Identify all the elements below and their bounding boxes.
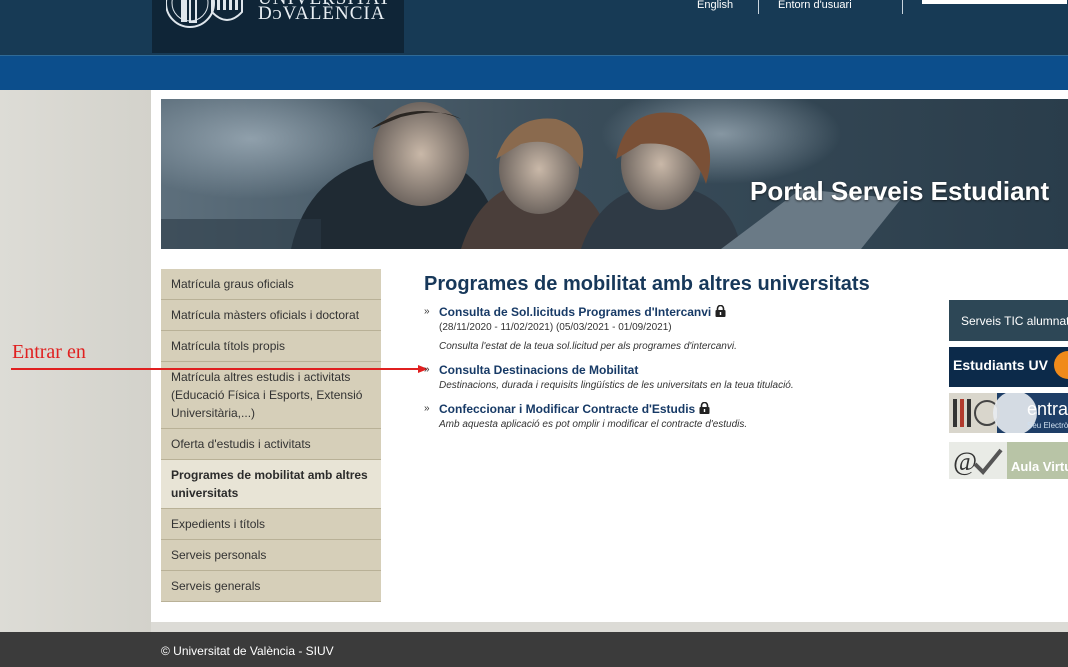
banner-title: Portal Serveis Estudiant — [750, 176, 1050, 206]
entorn-usuari-link[interactable]: Entorn d'usuari — [778, 0, 852, 11]
serveis-tic-button[interactable]: Serveis TIC alumnat — [949, 300, 1068, 341]
footer: © Universitat de València - SIUV — [0, 632, 1068, 667]
lock-icon — [715, 305, 726, 317]
top-link-divider — [758, 0, 759, 14]
link-text: Consulta de Sol.licituds Programes d'Int… — [439, 305, 712, 319]
seu-text: Seu Electrònica — [1027, 421, 1068, 430]
bullet-icon: » — [424, 403, 430, 414]
english-link[interactable]: English — [697, 0, 733, 11]
estudiants-uv-button[interactable]: Estudiants UV — [949, 347, 1068, 387]
bullet-icon: » — [424, 364, 430, 375]
entry-description: Consulta l'estat de la teua sol.licitud … — [439, 341, 737, 352]
consulta-solicituds-link[interactable]: Consulta de Sol.licituds Programes d'Int… — [439, 305, 726, 319]
aula-virtual-banner-icon: @ Aula Virtual — [949, 442, 1068, 479]
bullet-icon: » — [424, 306, 430, 317]
sidebar-item-serveis-generals[interactable]: Serveis generals — [161, 571, 381, 602]
consulta-destinacions-link[interactable]: Consulta Destinacions de Mobilitat — [439, 363, 638, 377]
top-link-divider — [902, 0, 903, 14]
aula-virtual-button[interactable]: @ Aula Virtual — [949, 442, 1068, 479]
contracte-estudis-link[interactable]: Confeccionar i Modificar Contracte d'Est… — [439, 402, 710, 416]
seu-electronica-banner-icon: entra Seu Electrònica — [949, 393, 1068, 433]
estudiants-uv-label: Estudiants UV — [953, 357, 1048, 373]
entry-description: Destinacions, durada i requisits lingüís… — [439, 380, 794, 391]
footer-copyright: © Universitat de València - SIUV — [161, 644, 334, 658]
orange-circle-icon — [1054, 351, 1068, 379]
annotation-arrow-icon — [11, 365, 428, 373]
entra-text: entra — [1027, 399, 1068, 419]
link-text: Confeccionar i Modificar Contracte d'Est… — [439, 402, 696, 416]
page-title: Programes de mobilitat amb altres univer… — [424, 273, 870, 295]
svg-text:@: @ — [953, 447, 977, 476]
aula-virtual-text: Aula Virtual — [1011, 459, 1068, 474]
sidebar-item-serveis-personals[interactable]: Serveis personals — [161, 540, 381, 571]
sidebar-item-oferta-estudis[interactable]: Oferta d'estudis i activitats — [161, 429, 381, 460]
entry-dates: (28/11/2020 - 11/02/2021) (05/03/2021 - … — [439, 322, 672, 333]
search-input[interactable] — [922, 0, 1067, 4]
entry-description: Amb aquesta aplicació es pot omplir i mo… — [439, 419, 748, 430]
lock-icon — [699, 402, 710, 414]
seu-electronica-button[interactable]: entra Seu Electrònica — [949, 393, 1068, 433]
sidebar-item-programes-mobilitat[interactable]: Programes de mobilitat amb altres univer… — [161, 460, 381, 509]
sidebar-item-expedients[interactable]: Expedients i títols — [161, 509, 381, 540]
